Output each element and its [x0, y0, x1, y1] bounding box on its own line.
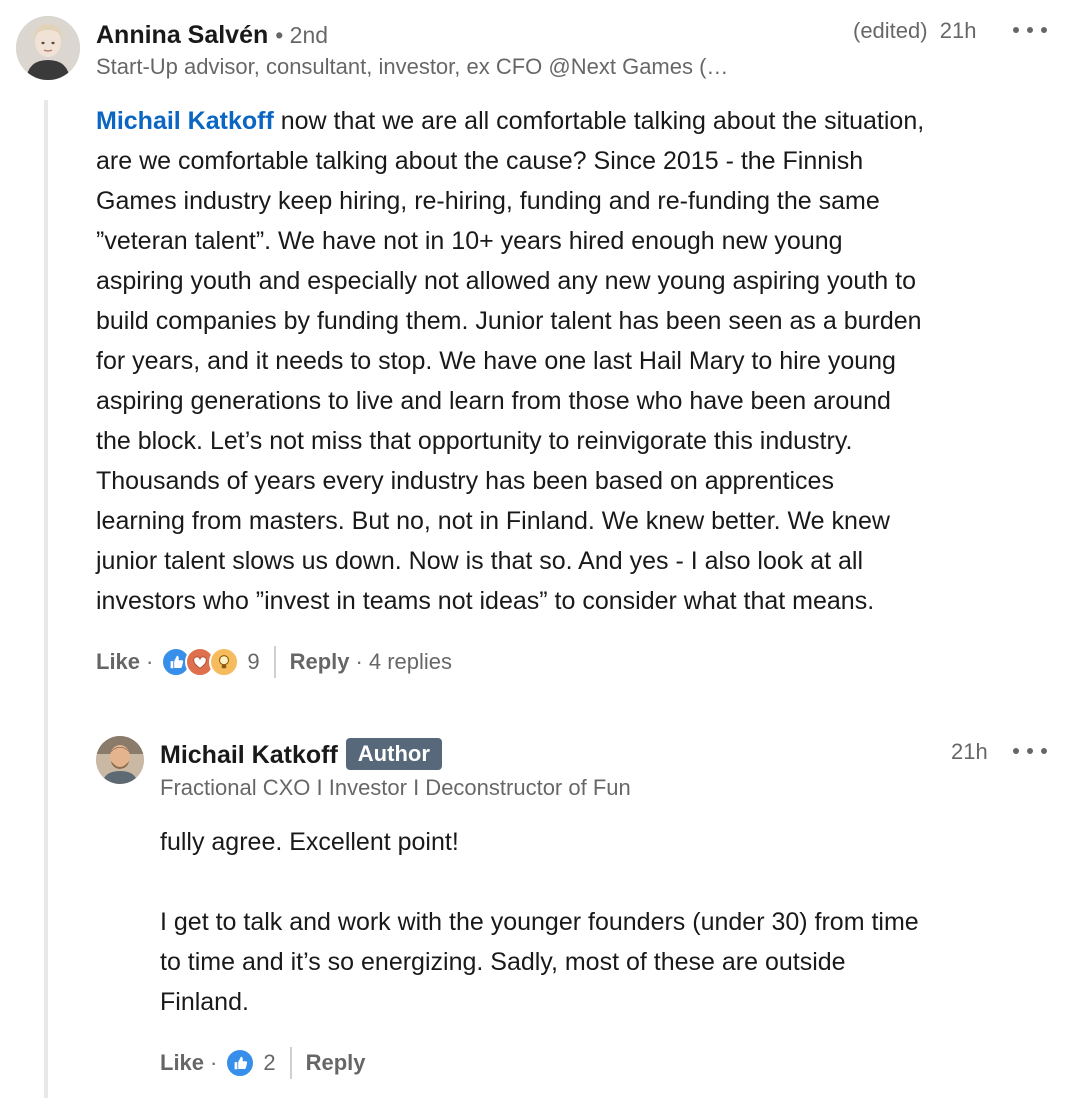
actions-divider — [289, 1047, 292, 1079]
reply-avatar[interactable] — [96, 736, 144, 784]
comment-line: build companies by funding them. Junior … — [96, 307, 922, 335]
edited-label: (edited) — [853, 18, 928, 43]
avatar-photo — [16, 16, 80, 80]
separator-dot: · — [146, 649, 154, 674]
thread-line — [44, 100, 48, 1098]
comment-line: the block. Let’s not miss that opportuni… — [96, 427, 853, 455]
avatar-photo — [96, 736, 144, 784]
reply-button[interactable]: Reply — [290, 649, 350, 675]
comment-actions: Like · 9 Reply · 4 replies — [96, 646, 452, 678]
author-badge: Author — [345, 738, 442, 770]
comment-line: learning from masters. But no, not in Fi… — [96, 507, 890, 535]
reply-time: 21h — [951, 739, 988, 764]
like-icon — [225, 1048, 256, 1078]
reply-line: I get to talk and work with the younger … — [160, 908, 919, 936]
avatar[interactable] — [16, 16, 80, 80]
comment-line: aspiring generations to live and learn f… — [96, 387, 891, 415]
reply-line: fully agree. Excellent point! — [160, 828, 459, 856]
reactions-summary[interactable] — [161, 647, 240, 677]
reply-reactions-summary[interactable] — [225, 1048, 256, 1078]
comment-time: 21h — [939, 18, 977, 43]
comment-line: for years, and it needs to stop. We have… — [96, 347, 896, 375]
reply-author-name-text[interactable]: Michail Katkoff — [160, 741, 338, 769]
comment-line: Thousands of years every industry has be… — [96, 467, 834, 495]
comment-line: junior talent slows us down. Now is that… — [96, 547, 864, 575]
comment-meta: (edited) 21h — [853, 17, 976, 45]
connection-degree: • 2nd — [275, 22, 329, 48]
mention-link[interactable]: Michail Katkoff — [96, 107, 274, 135]
comment-line: investors who ”invest in teams not ideas… — [96, 587, 875, 615]
comment-line: are we comfortable talking about the cau… — [96, 147, 864, 175]
separator-dot: · — [355, 649, 363, 674]
comment-line: Michail Katkoff now that we are all comf… — [96, 107, 925, 135]
actions-divider — [273, 646, 276, 678]
reply-author-headline: Fractional CXO I Investor I Deconstructo… — [160, 775, 631, 800]
comment-line: aspiring youth and especially not allowe… — [96, 267, 916, 295]
reply-body: fully agree. Excellent point! I get to t… — [160, 822, 1070, 1022]
reply-reply-button[interactable]: Reply — [306, 1050, 366, 1076]
like-button[interactable]: Like — [96, 649, 140, 675]
reply-author-name[interactable]: Michail Katkoff Author — [160, 738, 442, 770]
comment-author-name-text[interactable]: Annina Salvén — [96, 21, 268, 49]
reply-line: Finland. — [160, 988, 249, 1016]
reaction-count[interactable]: 9 — [247, 649, 259, 675]
reply-like-button[interactable]: Like — [160, 1050, 204, 1076]
separator-dot: · — [210, 1050, 218, 1075]
comment-line: Games industry keep hiring, re-hiring, f… — [96, 187, 880, 215]
comment-body: Michail Katkoff now that we are all comf… — [96, 101, 1071, 621]
reply-actions: Like · 2 Reply — [160, 1047, 366, 1079]
reply-more-options-icon[interactable] — [1013, 741, 1047, 761]
reply-line: to time and it’s so energizing. Sadly, m… — [160, 948, 846, 976]
comment-author-name[interactable]: Annina Salvén • 2nd — [96, 20, 328, 50]
replies-count-link[interactable]: 4 replies — [369, 649, 452, 675]
reply-reaction-count[interactable]: 2 — [263, 1050, 275, 1076]
comment-line: ”veteran talent”. We have not in 10+ yea… — [96, 227, 843, 255]
comment-more-options-icon[interactable] — [1013, 20, 1047, 40]
reply-paragraph-gap — [160, 862, 1070, 902]
comment-author-headline: Start-Up advisor, consultant, investor, … — [96, 54, 729, 79]
insightful-icon — [209, 647, 240, 677]
